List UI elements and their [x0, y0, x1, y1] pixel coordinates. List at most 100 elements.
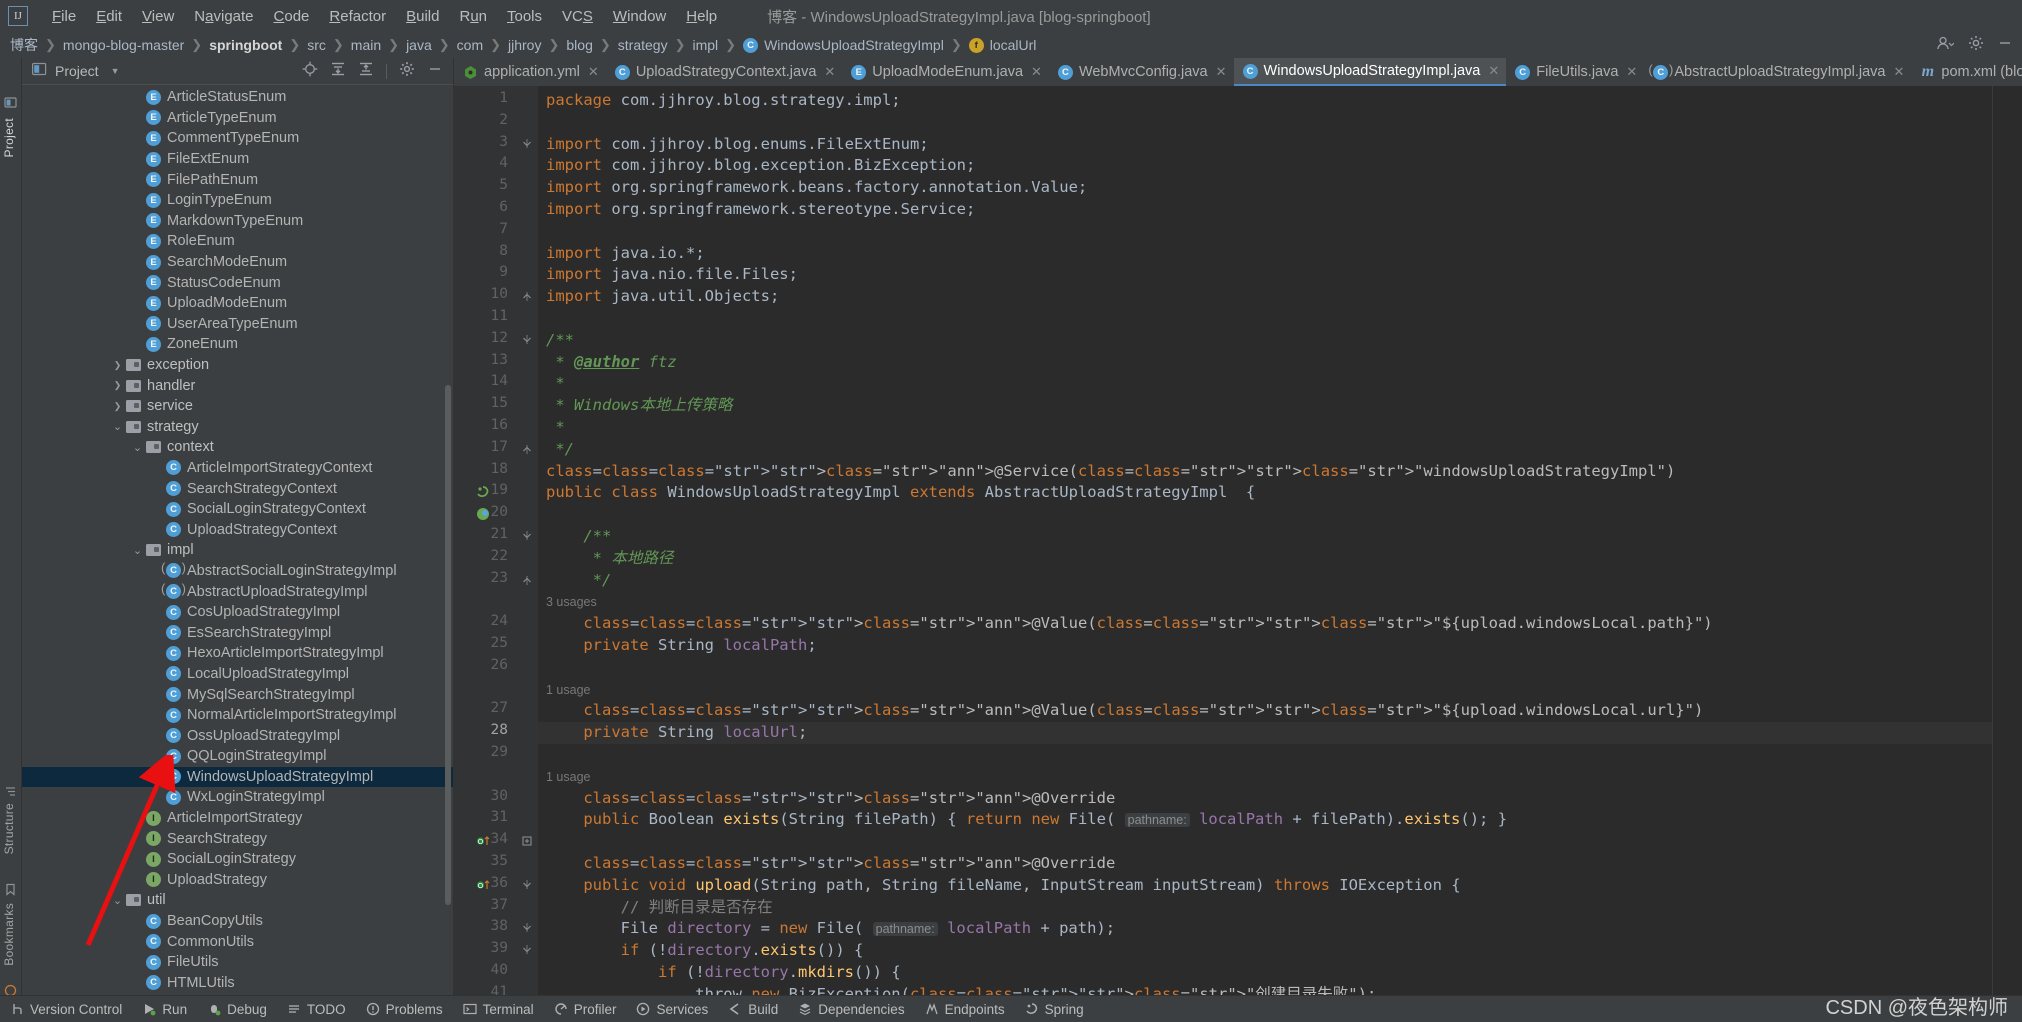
- fold-marker[interactable]: [521, 443, 533, 458]
- overriding-method-icon[interactable]: O: [476, 878, 490, 895]
- tree-item[interactable]: EArticleTypeEnum: [22, 108, 453, 129]
- code-line[interactable]: if (!directory.exists()) {: [546, 940, 863, 962]
- editor-tab-uploadmodeenum-java[interactable]: EUploadModeEnum.java✕: [842, 58, 1049, 86]
- menu-window[interactable]: Window: [603, 5, 676, 28]
- editor-tab-abstractuploadstrategyimpl-java[interactable]: CAbstractUploadStrategyImpl.java✕: [1644, 58, 1911, 86]
- minimize-icon[interactable]: [1998, 36, 2012, 54]
- code-line[interactable]: * @author ftz: [546, 352, 677, 374]
- code-line[interactable]: File directory = new File( pathname: loc…: [546, 918, 1115, 941]
- expand-all-icon[interactable]: [330, 61, 346, 81]
- menu-navigate[interactable]: Navigate: [184, 5, 263, 28]
- tree-item[interactable]: ❯service: [22, 396, 453, 417]
- code-line[interactable]: 3 usages: [546, 591, 597, 614]
- code-line[interactable]: public void upload(String path, String f…: [546, 875, 1461, 897]
- editor-tab-fileutils-java[interactable]: CFileUtils.java✕: [1506, 58, 1644, 86]
- close-icon[interactable]: ✕: [1893, 64, 1904, 80]
- editor-tab-pom-xml-blog-springboot-[interactable]: mpom.xml (blog-springboot)✕: [1911, 58, 2022, 86]
- tree-item[interactable]: CWxLoginStrategyImpl: [22, 787, 453, 808]
- code-line[interactable]: /**: [546, 330, 574, 352]
- locate-icon[interactable]: [302, 61, 318, 81]
- menu-tools[interactable]: Tools: [497, 5, 552, 28]
- editor-tab-bar[interactable]: application.yml✕CUploadStrategyContext.j…: [454, 58, 2022, 86]
- breadcrumb-item-src[interactable]: src: [307, 37, 326, 53]
- breadcrumb-item-jjhroy[interactable]: jjhroy: [508, 37, 541, 53]
- spring-bean-icon[interactable]: [476, 485, 490, 502]
- tree-item[interactable]: ELoginTypeEnum: [22, 190, 453, 211]
- code-line[interactable]: import java.nio.file.Files;: [546, 264, 798, 286]
- error-stripe-gutter[interactable]: [1992, 86, 2022, 995]
- chevron-right-icon[interactable]: ❯: [112, 401, 123, 412]
- menu-file[interactable]: File: [42, 5, 86, 28]
- hide-panel-icon[interactable]: [427, 61, 443, 81]
- statusbar-todo[interactable]: TODO: [287, 1002, 346, 1017]
- code-line[interactable]: import org.springframework.stereotype.Se…: [546, 199, 975, 221]
- chevron-down-icon[interactable]: ⌄: [132, 544, 143, 557]
- code-line[interactable]: import org.springframework.beans.factory…: [546, 177, 1087, 199]
- breadcrumb-item-blog[interactable]: blog: [566, 37, 592, 53]
- tree-scrollbar[interactable]: [445, 385, 451, 905]
- tree-item[interactable]: CNormalArticleImportStrategyImpl: [22, 705, 453, 726]
- code-line[interactable]: 1 usage: [546, 679, 590, 702]
- editor-tab-application-yml[interactable]: application.yml✕: [454, 58, 606, 86]
- tree-item[interactable]: CHTMLUtils: [22, 973, 453, 994]
- fold-marker[interactable]: [521, 290, 533, 305]
- tree-item[interactable]: CEsSearchStrategyImpl: [22, 622, 453, 643]
- statusbar-build[interactable]: Build: [728, 1002, 778, 1017]
- code-line[interactable]: public class WindowsUploadStrategyImpl e…: [546, 482, 1255, 504]
- code-line[interactable]: class=class=class="str">"str">class="str…: [546, 461, 1675, 483]
- breadcrumb-item-java[interactable]: java: [406, 37, 432, 53]
- close-icon[interactable]: ✕: [1626, 64, 1637, 80]
- tree-item[interactable]: EFileExtEnum: [22, 149, 453, 170]
- tree-item[interactable]: ❯handler: [22, 375, 453, 396]
- tree-item[interactable]: ⌄context: [22, 437, 453, 458]
- close-icon[interactable]: ✕: [1488, 63, 1499, 79]
- code-line[interactable]: *: [546, 373, 565, 395]
- code-content[interactable]: package com.jjhroy.blog.strategy.impl; im…: [538, 86, 1992, 995]
- tree-item[interactable]: ESearchModeEnum: [22, 252, 453, 273]
- tree-item[interactable]: ISearchStrategy: [22, 828, 453, 849]
- fold-marker[interactable]: [521, 835, 533, 850]
- tree-item[interactable]: CAbstractUploadStrategyImpl: [22, 581, 453, 602]
- code-line[interactable]: private String localPath;: [546, 635, 817, 657]
- settings-icon[interactable]: [1968, 35, 1984, 55]
- tree-item[interactable]: CSearchStrategyContext: [22, 478, 453, 499]
- statusbar-terminal[interactable]: Terminal: [463, 1002, 534, 1017]
- code-line[interactable]: import java.util.Objects;: [546, 286, 779, 308]
- menu-view[interactable]: View: [132, 5, 184, 28]
- code-line[interactable]: *: [546, 417, 565, 439]
- code-line[interactable]: throw new BizException(class=class="str"…: [546, 984, 1376, 995]
- code-line[interactable]: class=class=class="str">"str">class="str…: [546, 700, 1703, 722]
- menu-vcs[interactable]: VCS: [552, 5, 603, 28]
- tree-item[interactable]: CMySqlSearchStrategyImpl: [22, 684, 453, 705]
- breadcrumb-item-mongo-blog-master[interactable]: mongo-blog-master: [63, 37, 184, 53]
- statusbar-spring[interactable]: Spring: [1025, 1002, 1084, 1017]
- editor-tab-windowsuploadstrategyimpl-java[interactable]: CWindowsUploadStrategyImpl.java✕: [1234, 58, 1507, 86]
- menu-code[interactable]: Code: [264, 5, 320, 28]
- fold-marker[interactable]: [521, 944, 533, 959]
- statusbar-problems[interactable]: Problems: [366, 1002, 443, 1017]
- breadcrumb-item-springboot[interactable]: springboot: [209, 37, 282, 53]
- code-line[interactable]: package com.jjhroy.blog.strategy.impl;: [546, 90, 901, 112]
- bean-class-icon[interactable]: [476, 507, 490, 524]
- tree-item[interactable]: EUploadModeEnum: [22, 293, 453, 314]
- fold-column[interactable]: [516, 86, 538, 995]
- breadcrumb-item--[interactable]: 博客: [10, 35, 38, 55]
- tree-item[interactable]: CFileUtils: [22, 952, 453, 973]
- tree-item[interactable]: CCommonUtils: [22, 931, 453, 952]
- chevron-right-icon[interactable]: ❯: [112, 360, 123, 371]
- breadcrumb-item-localurl[interactable]: flocalUrl: [969, 37, 1037, 53]
- code-line[interactable]: */: [546, 570, 611, 592]
- collapse-all-icon[interactable]: [358, 61, 374, 81]
- fold-marker[interactable]: [521, 922, 533, 937]
- tree-item[interactable]: EZoneEnum: [22, 334, 453, 355]
- tree-item[interactable]: ⌄util: [22, 890, 453, 911]
- close-icon[interactable]: ✕: [1031, 64, 1042, 80]
- fold-marker[interactable]: [521, 574, 533, 589]
- close-icon[interactable]: ✕: [1216, 64, 1227, 80]
- tree-item[interactable]: CLocalUploadStrategyImpl: [22, 664, 453, 685]
- tree-item[interactable]: ❯exception: [22, 355, 453, 376]
- tree-item[interactable]: EArticleStatusEnum: [22, 87, 453, 108]
- menu-build[interactable]: Build: [396, 5, 449, 28]
- close-icon[interactable]: ✕: [588, 64, 599, 80]
- tree-item[interactable]: CBeanCopyUtils: [22, 911, 453, 932]
